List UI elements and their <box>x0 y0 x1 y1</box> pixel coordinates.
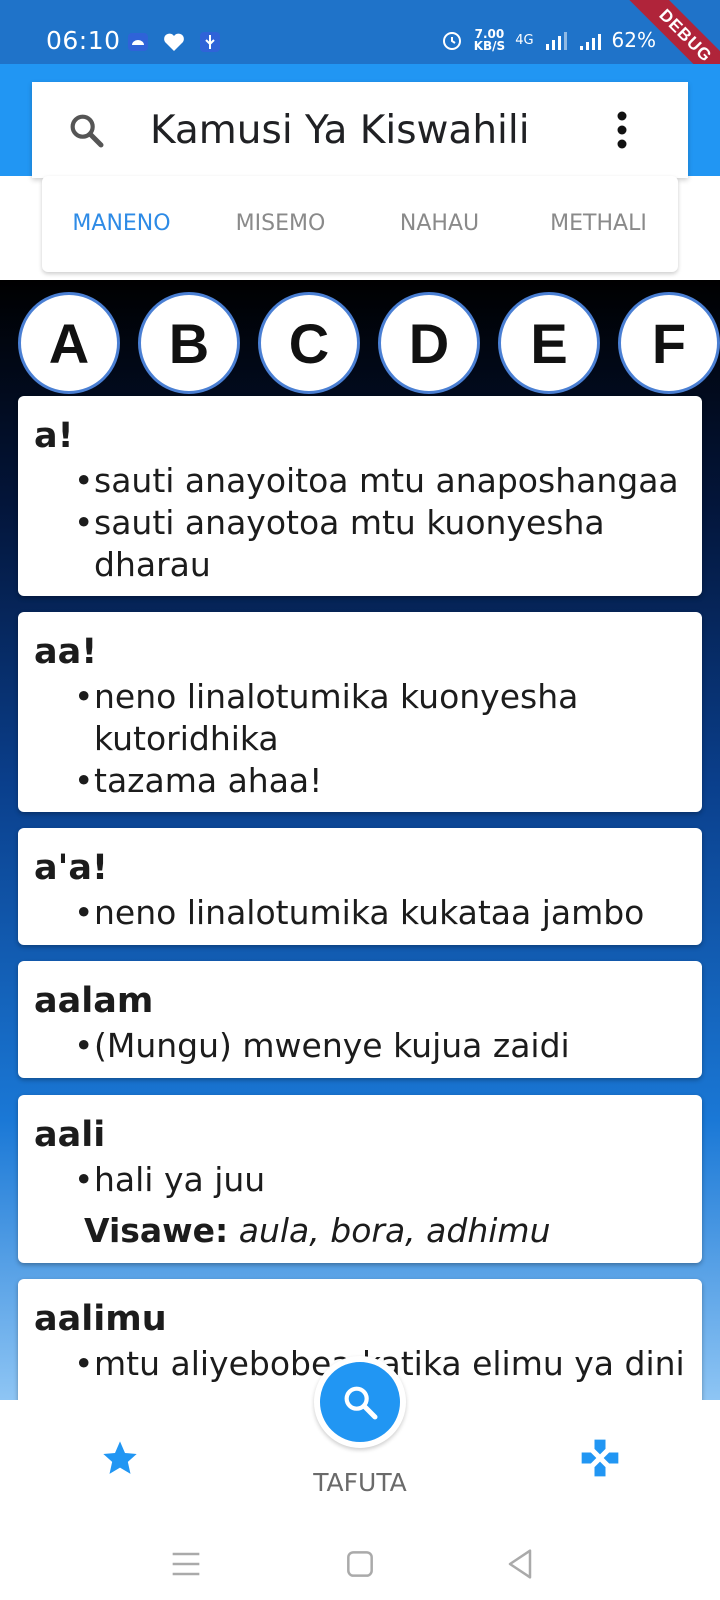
more-options-icon[interactable] <box>616 110 628 150</box>
search-icon <box>344 1386 378 1420</box>
search-fab-button[interactable] <box>314 1356 406 1448</box>
word-card[interactable]: aalam (Mungu) mwenye kujua zaidi <box>18 961 702 1078</box>
tab-maneno[interactable]: MANENO <box>42 176 201 272</box>
usb-icon <box>200 32 220 52</box>
definition: sauti anayotoa mtu kuonyesha dharau <box>34 502 686 586</box>
back-icon[interactable] <box>500 1544 540 1584</box>
definition-list: hali ya juu <box>34 1159 686 1201</box>
word-title: aalam <box>34 981 154 1021</box>
word-card[interactable]: aa! neno linalotumika kuonyesha kutoridh… <box>18 612 702 812</box>
network-type: 4G <box>515 32 534 48</box>
word-title: aalimu <box>34 1299 167 1339</box>
status-bar: 06:10 7.00 KB/S 4G 62% DEBUG <box>0 0 720 98</box>
search-icon[interactable] <box>66 110 106 150</box>
letter-a-button[interactable]: A <box>18 292 120 394</box>
tab-nahau[interactable]: NAHAU <box>360 176 519 272</box>
letter-b-button[interactable]: B <box>138 292 240 394</box>
word-card[interactable]: a'a! neno linalotumika kukataa jambo <box>18 828 702 945</box>
letter-e-button[interactable]: E <box>498 292 600 394</box>
definition-list: (Mungu) mwenye kujua zaidi <box>34 1025 686 1067</box>
definition: neno linalotumika kuonyesha kutoridhika <box>34 676 686 760</box>
definition: hali ya juu <box>34 1159 686 1201</box>
word-card[interactable]: a! sauti anayoitoa mtu anaposhangaa saut… <box>18 396 702 596</box>
menu-icon[interactable] <box>166 1544 206 1584</box>
battery-level: 62% <box>611 28 656 52</box>
word-card[interactable]: aali hali ya juu Visawe: aula, bora, adh… <box>18 1095 702 1263</box>
status-right: 7.00 KB/S 4G 62% <box>440 28 656 52</box>
word-list-area[interactable]: A B C D E F a! sauti anayoitoa mtu anapo… <box>0 280 720 1400</box>
synonyms: Visawe: aula, bora, adhimu <box>34 1211 686 1250</box>
app-title: Kamusi Ya Kiswahili <box>150 108 530 153</box>
heart-icon <box>164 33 184 51</box>
game-controller-icon[interactable] <box>578 1436 622 1480</box>
definition: neno linalotumika kukataa jambo <box>34 892 686 934</box>
synonyms-label: Visawe: <box>84 1211 229 1250</box>
alphabet-row: A B C D E F <box>18 292 720 394</box>
android-icon <box>128 33 148 51</box>
letter-d-button[interactable]: D <box>378 292 480 394</box>
home-icon[interactable] <box>340 1544 380 1584</box>
notification-icons <box>126 30 222 54</box>
definition: (Mungu) mwenye kujua zaidi <box>34 1025 686 1067</box>
tab-misemo[interactable]: MISEMO <box>201 176 360 272</box>
word-title: aa! <box>34 632 98 672</box>
definition-list: sauti anayoitoa mtu anaposhangaa sauti a… <box>34 460 686 586</box>
word-title: a! <box>34 416 74 456</box>
search-bar[interactable]: Kamusi Ya Kiswahili <box>32 82 688 178</box>
signal-2-icon <box>579 34 601 50</box>
definition-list: neno linalotumika kuonyesha kutoridhika … <box>34 676 686 802</box>
signal-icon <box>545 32 567 50</box>
word-title: aali <box>34 1115 106 1155</box>
letter-f-button[interactable]: F <box>618 292 720 394</box>
status-time: 06:10 <box>46 26 121 55</box>
net-speed: 7.00 KB/S <box>473 27 506 53</box>
tab-methali[interactable]: METHALI <box>519 176 678 272</box>
category-tabs: MANENO MISEMO NAHAU METHALI <box>42 176 678 272</box>
definition-list: neno linalotumika kukataa jambo <box>34 892 686 934</box>
definition: tazama ahaa! <box>34 760 686 802</box>
synonyms-value: aula, bora, adhimu <box>238 1211 551 1250</box>
alarm-icon <box>442 32 461 50</box>
word-title: a'a! <box>34 848 108 888</box>
definition: sauti anayoitoa mtu anaposhangaa <box>34 460 686 502</box>
letter-c-button[interactable]: C <box>258 292 360 394</box>
system-nav-bar <box>0 1530 720 1600</box>
